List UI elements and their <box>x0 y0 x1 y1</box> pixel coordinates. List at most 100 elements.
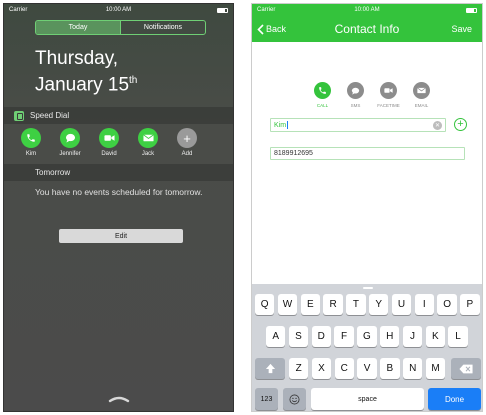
key-t[interactable]: T <box>346 294 366 315</box>
sms-action[interactable]: SMS <box>339 82 372 108</box>
phone-number-field[interactable]: 8189912695 <box>270 147 465 160</box>
key-b[interactable]: B <box>380 358 400 379</box>
action-label: EMAIL <box>414 103 429 108</box>
page-title: Contact Info <box>334 22 400 36</box>
numbers-key[interactable]: 123 <box>255 388 278 410</box>
contact-label: Kim <box>25 151 37 157</box>
key-c[interactable]: C <box>334 358 354 379</box>
date-heading: Thursday, January 15th <box>35 48 137 96</box>
key-q[interactable]: Q <box>255 294 275 315</box>
speed-dial-contact-kim[interactable]: Kim <box>12 128 50 157</box>
backspace-icon <box>459 364 473 373</box>
speed-dial-contact-jack[interactable]: Jack <box>129 128 167 157</box>
key-v[interactable]: V <box>357 358 377 379</box>
key-z[interactable]: Z <box>289 358 309 379</box>
action-label: SMS <box>350 103 361 108</box>
facetime-action[interactable]: FACETIME <box>372 82 405 108</box>
battery-icon <box>466 7 477 13</box>
no-events-message: You have no events scheduled for tomorro… <box>35 187 203 197</box>
key-l[interactable]: L <box>448 326 468 347</box>
key-p[interactable]: P <box>460 294 480 315</box>
contact-name-field[interactable]: Kim ✕ <box>270 118 446 132</box>
contact-info-screen: Carrier 10:00 AM Back Contact Info Save … <box>251 3 483 412</box>
action-label: CALL <box>316 103 329 108</box>
message-icon <box>60 128 80 148</box>
tab-today[interactable]: Today <box>36 21 120 34</box>
today-notifications-segmented: Today Notifications <box>35 20 206 35</box>
phone-icon <box>314 82 331 99</box>
space-key[interactable]: space <box>311 388 424 410</box>
add-number-button[interactable]: + <box>454 118 467 131</box>
contact-label: Add <box>181 151 193 157</box>
contact-label: Jack <box>141 151 155 157</box>
tomorrow-header: Tomorrow <box>4 164 233 181</box>
key-d[interactable]: D <box>311 326 331 347</box>
key-y[interactable]: Y <box>369 294 389 315</box>
call-action[interactable]: CALL <box>306 82 339 108</box>
key-s[interactable]: S <box>288 326 309 347</box>
battery-icon <box>217 7 228 13</box>
date-weekday: Thursday, <box>35 48 119 69</box>
key-g[interactable]: G <box>357 326 377 347</box>
key-h[interactable]: H <box>380 326 400 347</box>
emoji-icon <box>289 394 300 404</box>
emoji-key[interactable] <box>283 388 306 410</box>
key-f[interactable]: F <box>334 326 354 347</box>
speed-dial-contacts: Kim Jennifer David Jack + Add <box>12 128 207 157</box>
status-time: 10:00 AM <box>105 7 132 13</box>
key-e[interactable]: E <box>300 294 320 315</box>
status-time: 10:00 AM <box>354 7 380 13</box>
clear-icon[interactable]: ✕ <box>433 121 442 130</box>
speed-dial-contact-david[interactable]: David <box>90 128 128 157</box>
navigation-bar: Back Contact Info Save <box>252 16 482 42</box>
speed-dial-add-button[interactable]: + Add <box>168 128 206 157</box>
key-a[interactable]: A <box>266 326 286 347</box>
key-m[interactable]: M <box>425 358 446 379</box>
text-cursor <box>287 121 289 129</box>
status-bar: Carrier 10:00 AM <box>4 4 233 16</box>
shift-icon <box>265 363 275 374</box>
key-x[interactable]: X <box>311 358 332 379</box>
key-r[interactable]: R <box>323 294 343 315</box>
key-j[interactable]: J <box>402 326 423 347</box>
edit-button[interactable]: Edit <box>59 229 183 243</box>
key-n[interactable]: N <box>403 358 423 379</box>
carrier-label: Carrier <box>257 7 276 13</box>
video-icon <box>99 128 119 148</box>
phone-icon <box>21 128 41 148</box>
keyboard-handle <box>252 284 482 292</box>
key-w[interactable]: W <box>277 294 298 315</box>
email-action[interactable]: EMAIL <box>405 82 438 108</box>
contact-label: David <box>101 151 117 157</box>
email-icon <box>413 82 430 99</box>
key-u[interactable]: U <box>391 294 412 315</box>
tab-notifications[interactable]: Notifications <box>120 21 205 34</box>
tomorrow-title: Tomorrow <box>35 168 71 177</box>
shift-key[interactable] <box>255 358 285 379</box>
carrier-label: Carrier <box>9 7 28 13</box>
speed-dial-title: Speed Dial <box>30 111 70 120</box>
keyboard: 123 space Done QWERTYUIOP ASDFGHJKL ZXCVBN… <box>252 284 482 411</box>
key-o[interactable]: O <box>437 294 457 315</box>
backspace-key[interactable] <box>451 358 481 379</box>
plus-icon: + <box>177 128 197 148</box>
grabber-handle-icon[interactable] <box>108 395 130 403</box>
speed-dial-header[interactable]: Speed Dial <box>4 107 233 124</box>
contact-name-value: Kim <box>274 121 287 129</box>
contact-action-buttons: CALL SMS FACETIME EMAIL <box>306 82 438 108</box>
speed-dial-app-icon <box>14 110 24 121</box>
save-button[interactable]: Save <box>451 24 472 34</box>
phone-number-value: 8189912695 <box>274 150 313 157</box>
status-bar: Carrier 10:00 AM <box>252 4 482 16</box>
key-k[interactable]: K <box>425 326 445 347</box>
key-i[interactable]: I <box>414 294 434 315</box>
email-icon <box>138 128 158 148</box>
video-icon <box>380 82 397 99</box>
speed-dial-contact-jennifer[interactable]: Jennifer <box>51 128 89 157</box>
contact-label: Jennifer <box>59 151 81 157</box>
date-month-day: January 15 <box>35 74 130 96</box>
done-key[interactable]: Done <box>428 388 481 410</box>
plus-icon: + <box>457 118 464 130</box>
date-suffix: th <box>129 75 138 86</box>
action-label: FACETIME <box>377 103 400 108</box>
